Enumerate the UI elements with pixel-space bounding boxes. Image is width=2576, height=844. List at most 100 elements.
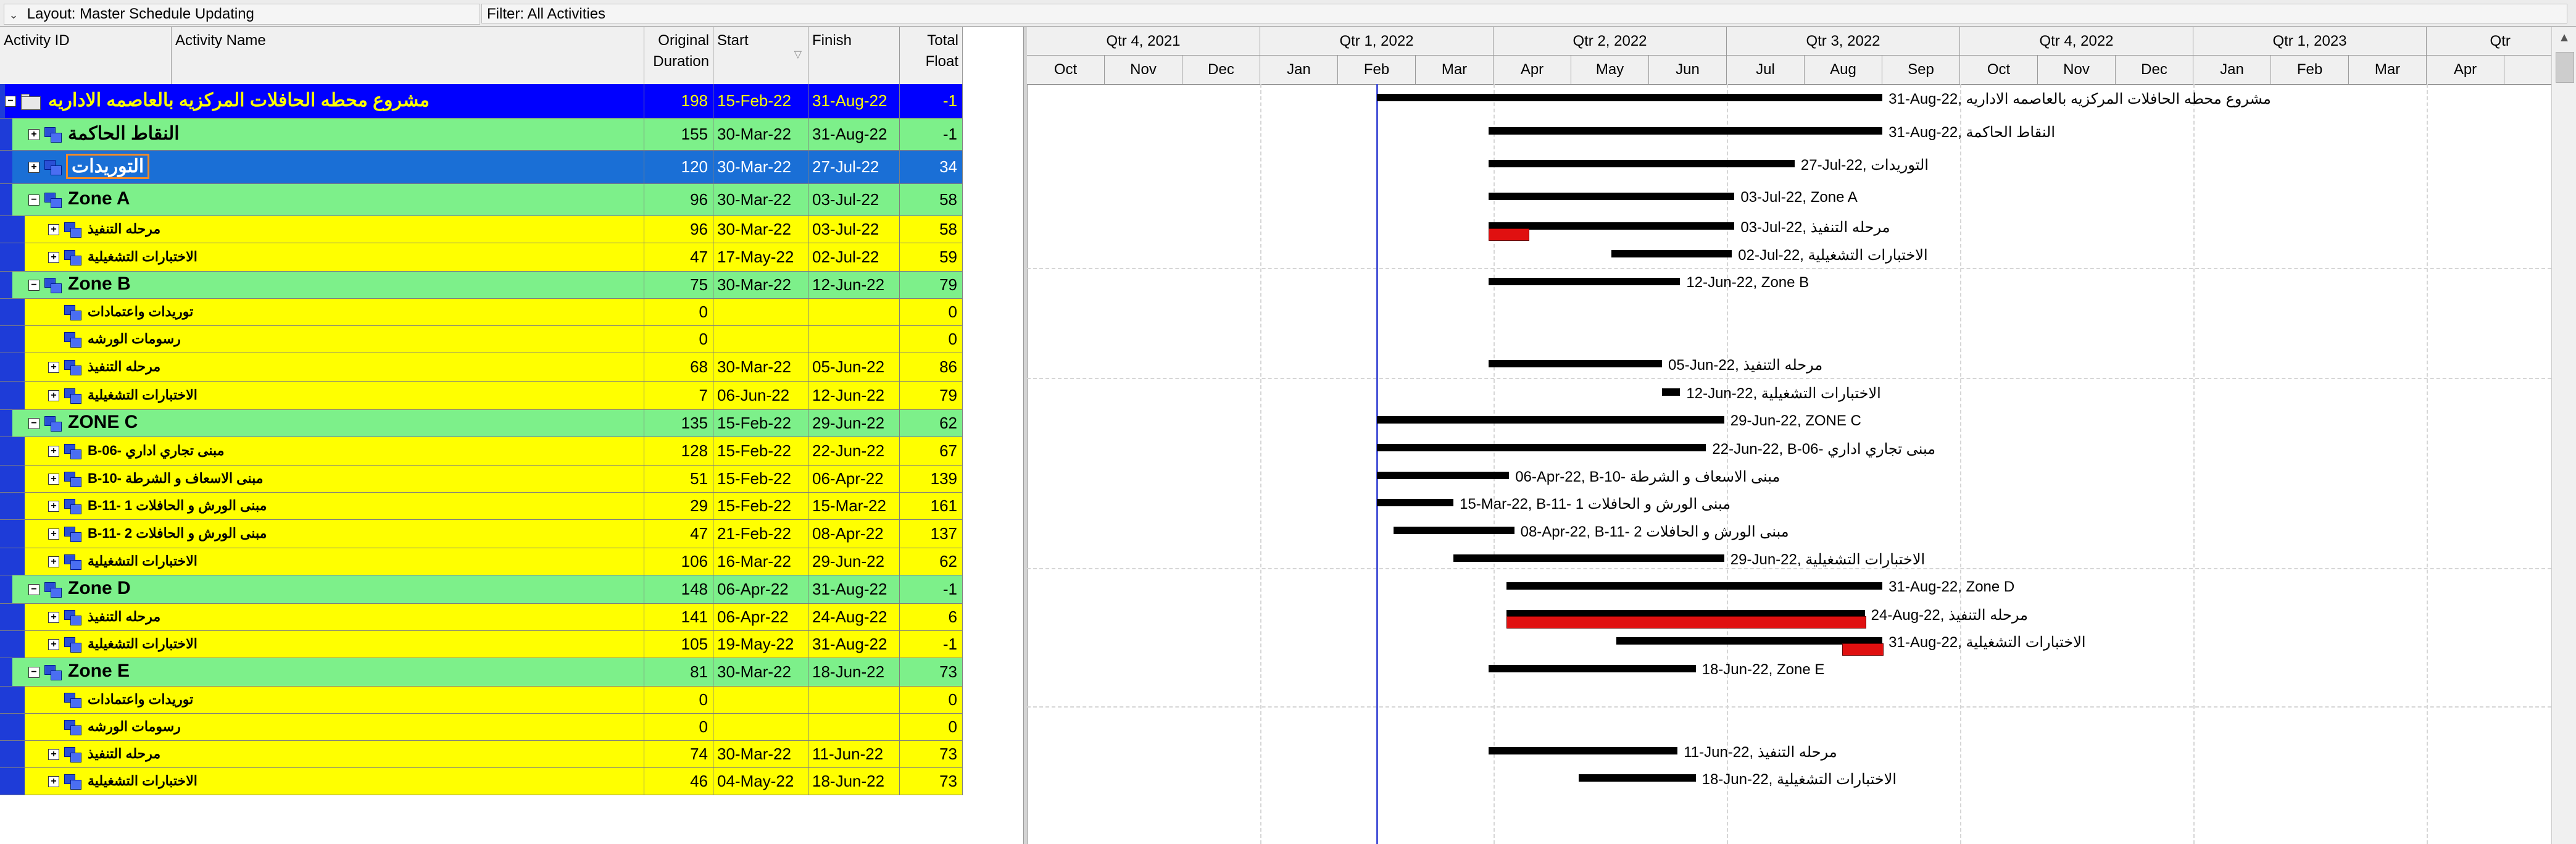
activity-name-cell[interactable]: − ZONE C <box>0 410 644 437</box>
table-row[interactable]: + مرحله التنفيذ 96 30-Mar-22 03-Jul-22 58 <box>0 216 963 243</box>
expand-toggle-icon[interactable]: − <box>5 96 16 107</box>
activity-name-cell[interactable]: + الاختبارات التشغيلية <box>0 548 644 575</box>
expand-toggle-icon[interactable]: + <box>28 129 39 140</box>
activity-name-cell[interactable]: + B-11- مبنى الورش و الحافلات 1 <box>0 493 644 520</box>
float-cell[interactable]: 0 <box>900 299 963 326</box>
start-cell[interactable]: 15-Feb-22 <box>713 466 808 493</box>
start-cell[interactable]: 30-Mar-22 <box>713 119 808 151</box>
finish-cell[interactable]: 27-Jul-22 <box>808 151 900 184</box>
duration-cell[interactable]: 155 <box>644 119 713 151</box>
wbs-summary-bar[interactable] <box>1662 388 1681 396</box>
start-cell[interactable] <box>713 299 808 326</box>
wbs-summary-bar[interactable] <box>1377 416 1724 424</box>
duration-cell[interactable]: 47 <box>644 243 713 272</box>
layout-selector[interactable]: ⌄ Layout: Master Schedule Updating <box>4 4 480 25</box>
col-activity-name[interactable]: Activity Name <box>172 27 644 84</box>
chevron-down-icon[interactable]: ⌄ <box>4 5 23 25</box>
start-cell[interactable] <box>713 714 808 741</box>
start-cell[interactable]: 16-Mar-22 <box>713 548 808 575</box>
start-cell[interactable]: 04-May-22 <box>713 768 808 795</box>
expand-toggle-icon[interactable]: − <box>28 584 39 595</box>
finish-cell[interactable] <box>808 714 900 741</box>
start-cell[interactable]: 15-Feb-22 <box>713 493 808 520</box>
expand-toggle-icon[interactable]: + <box>48 362 59 373</box>
table-row[interactable]: + الاختبارات التشغيلية 105 19-May-22 31-Aug-… <box>0 631 963 658</box>
duration-cell[interactable]: 148 <box>644 575 713 604</box>
wbs-summary-bar[interactable] <box>1488 747 1678 754</box>
expand-toggle-icon[interactable]: + <box>28 162 39 173</box>
expand-toggle-icon[interactable]: − <box>28 194 39 206</box>
wbs-summary-bar[interactable] <box>1488 665 1696 672</box>
duration-cell[interactable]: 128 <box>644 437 713 466</box>
finish-cell[interactable] <box>808 687 900 714</box>
finish-cell[interactable]: 12-Jun-22 <box>808 382 900 410</box>
expand-toggle-icon[interactable]: + <box>48 612 59 623</box>
expand-toggle-icon[interactable]: + <box>48 529 59 540</box>
activity-name-cell[interactable]: + مرحله التنفيذ <box>0 216 644 243</box>
duration-cell[interactable]: 106 <box>644 548 713 575</box>
duration-cell[interactable]: 29 <box>644 493 713 520</box>
table-row[interactable]: + التوريدات 120 30-Mar-22 27-Jul-22 34 <box>0 151 963 184</box>
wbs-summary-bar[interactable] <box>1377 472 1510 479</box>
start-cell[interactable]: 30-Mar-22 <box>713 216 808 243</box>
wbs-summary-bar[interactable] <box>1394 527 1514 534</box>
col-original-duration[interactable]: Original Duration <box>644 27 713 84</box>
activity-name-cell[interactable]: − Zone E <box>0 658 644 687</box>
wbs-summary-bar[interactable] <box>1488 360 1662 367</box>
expand-toggle-icon[interactable]: + <box>48 501 59 512</box>
float-cell[interactable]: 79 <box>900 272 963 299</box>
expand-toggle-icon[interactable]: + <box>48 749 59 760</box>
expand-toggle-icon[interactable]: + <box>48 390 59 401</box>
start-cell[interactable]: 19-May-22 <box>713 631 808 658</box>
expand-toggle-icon[interactable]: + <box>48 446 59 457</box>
float-cell[interactable]: 161 <box>900 493 963 520</box>
pane-splitter[interactable] <box>963 27 1028 844</box>
finish-cell[interactable]: 12-Jun-22 <box>808 272 900 299</box>
activity-name-cell[interactable]: توريدات واعتمادات <box>0 299 644 326</box>
table-row[interactable]: + مرحله التنفيذ 68 30-Mar-22 05-Jun-22 86 <box>0 353 963 382</box>
col-finish[interactable]: Finish <box>808 27 900 84</box>
start-cell[interactable]: 06-Jun-22 <box>713 382 808 410</box>
table-row[interactable]: + مرحله التنفيذ 74 30-Mar-22 11-Jun-22 73 <box>0 741 963 768</box>
finish-cell[interactable]: 03-Jul-22 <box>808 184 900 216</box>
activity-name-cell[interactable]: + الاختبارات التشغيلية <box>0 768 644 795</box>
expand-toggle-icon[interactable]: − <box>28 280 39 291</box>
wbs-summary-bar[interactable] <box>1579 774 1696 782</box>
expand-toggle-icon[interactable]: + <box>48 639 59 650</box>
table-row[interactable]: رسومات الورشه 0 0 <box>0 714 963 741</box>
critical-activity-bar[interactable] <box>1842 643 1884 656</box>
activity-name-cell[interactable]: + النقاط الحاكمة <box>0 119 644 151</box>
duration-cell[interactable]: 81 <box>644 658 713 687</box>
float-cell[interactable]: 86 <box>900 353 963 382</box>
float-cell[interactable]: 58 <box>900 184 963 216</box>
finish-cell[interactable]: 03-Jul-22 <box>808 216 900 243</box>
table-row[interactable]: رسومات الورشه 0 0 <box>0 326 963 353</box>
start-cell[interactable] <box>713 687 808 714</box>
start-cell[interactable]: 30-Mar-22 <box>713 741 808 768</box>
activity-name-cell[interactable]: + الاختبارات التشغيلية <box>0 382 644 410</box>
duration-cell[interactable]: 135 <box>644 410 713 437</box>
activity-name-cell[interactable]: رسومات الورشه <box>0 326 644 353</box>
table-row[interactable]: − Zone D 148 06-Apr-22 31-Aug-22 -1 <box>0 575 963 604</box>
expand-toggle-icon[interactable]: + <box>48 252 59 263</box>
float-cell[interactable]: 34 <box>900 151 963 184</box>
expand-toggle-icon[interactable]: + <box>48 224 59 235</box>
table-row[interactable]: − Zone A 96 30-Mar-22 03-Jul-22 58 <box>0 184 963 216</box>
finish-cell[interactable]: 31-Aug-22 <box>808 84 900 119</box>
activity-name-cell[interactable]: + التوريدات <box>0 151 644 184</box>
wbs-summary-bar[interactable] <box>1453 554 1724 562</box>
float-cell[interactable]: 73 <box>900 741 963 768</box>
float-cell[interactable]: 62 <box>900 410 963 437</box>
finish-cell[interactable]: 31-Aug-22 <box>808 575 900 604</box>
table-row[interactable]: توريدات واعتمادات 0 0 <box>0 299 963 326</box>
finish-cell[interactable]: 02-Jul-22 <box>808 243 900 272</box>
float-cell[interactable]: -1 <box>900 575 963 604</box>
duration-cell[interactable]: 141 <box>644 604 713 631</box>
activity-name-cell[interactable]: − مشروع محطه الحافلات المركزيه بالعاصمه ا… <box>0 84 644 119</box>
activity-name-cell[interactable]: + B-10- مبنى الاسعاف و الشرطة <box>0 466 644 493</box>
wbs-summary-bar[interactable] <box>1488 127 1883 135</box>
activity-name-cell[interactable]: رسومات الورشه <box>0 714 644 741</box>
wbs-summary-bar[interactable] <box>1506 582 1883 590</box>
table-row[interactable]: + B-11- مبنى الورش و الحافلات 1 29 15-Feb-2… <box>0 493 963 520</box>
finish-cell[interactable]: 29-Jun-22 <box>808 410 900 437</box>
